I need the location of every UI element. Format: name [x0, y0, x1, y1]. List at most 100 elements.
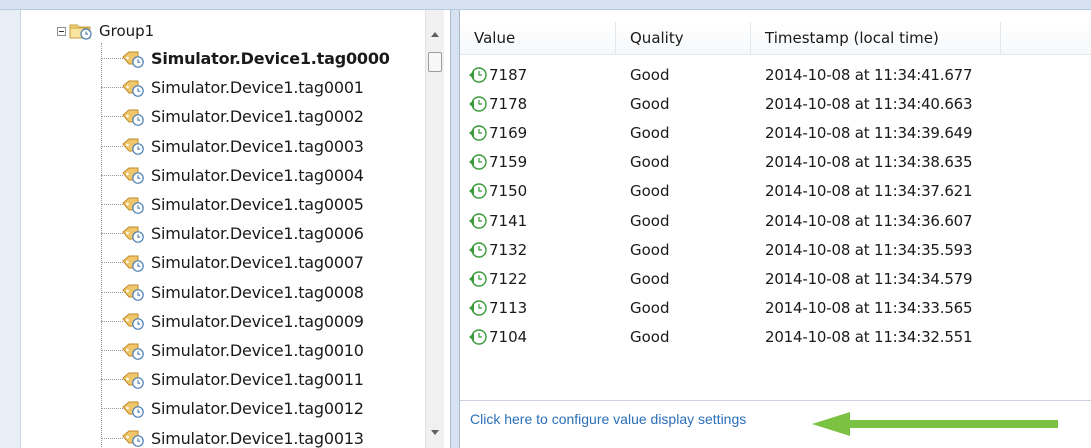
tag-tree-pane: Group1 Simulator.Device1.tag0000 Simulato… — [0, 10, 450, 448]
tag-tree: Group1 Simulator.Device1.tag0000 Simulato… — [20, 10, 426, 448]
value-text: 7187 — [489, 65, 528, 84]
timestamp-cell: 2014-10-08 at 11:34:35.593 — [765, 240, 973, 259]
value-text: 7150 — [489, 182, 528, 201]
tree-connector — [101, 291, 123, 293]
value-cell: 7150 — [460, 182, 616, 200]
tree-tag-node[interactable]: Simulator.Device1.tag0009 — [101, 307, 364, 336]
column-header-filler — [1001, 22, 1091, 54]
table-row[interactable]: 7141 Good 2014-10-08 at 11:34:36.607 — [460, 206, 1091, 235]
value-text: 7141 — [489, 211, 528, 230]
green-arrow-clock-icon — [469, 154, 487, 170]
column-header-quality[interactable]: Quality — [616, 22, 751, 54]
quality-cell: Good — [630, 153, 670, 172]
tag-label: Simulator.Device1.tag0001 — [151, 78, 364, 98]
timestamp-cell: 2014-10-08 at 11:34:40.663 — [765, 94, 973, 113]
value-cell: 7122 — [460, 270, 616, 288]
tree-tag-node[interactable]: Simulator.Device1.tag0013 — [101, 424, 364, 448]
timestamp-cell: 2014-10-08 at 11:34:38.635 — [765, 153, 973, 172]
tree-tag-node[interactable]: Simulator.Device1.tag0012 — [101, 394, 364, 423]
table-row[interactable]: 7104 Good 2014-10-08 at 11:34:32.551 — [460, 323, 1091, 352]
tree-tag-node[interactable]: Simulator.Device1.tag0007 — [101, 248, 364, 277]
tag-label: Simulator.Device1.tag0002 — [151, 107, 364, 127]
tree-scrollbar[interactable] — [425, 10, 444, 448]
scroll-down-icon[interactable] — [431, 430, 439, 435]
tag-label: Simulator.Device1.tag0012 — [151, 399, 364, 419]
timestamp-cell: 2014-10-08 at 11:34:33.565 — [765, 299, 973, 318]
column-header-timestamp[interactable]: Timestamp (local time) — [751, 22, 1001, 54]
table-header: Value Quality Timestamp (local time) — [460, 22, 1091, 55]
tree-tag-node[interactable]: Simulator.Device1.tag0008 — [101, 278, 364, 307]
collapse-icon[interactable] — [57, 26, 66, 36]
scroll-up-icon[interactable] — [431, 32, 439, 37]
tag-label: Simulator.Device1.tag0013 — [151, 428, 364, 448]
quality-cell: Good — [630, 299, 670, 318]
tree-tag-node[interactable]: Simulator.Device1.tag0000 — [101, 44, 390, 73]
quality-cell: Good — [630, 123, 670, 142]
tag-clock-icon — [122, 372, 144, 389]
value-cell: 7113 — [460, 299, 616, 317]
value-text: 7132 — [489, 240, 528, 259]
quality-cell: Good — [630, 94, 670, 113]
value-text: 7169 — [489, 123, 528, 142]
tag-clock-icon — [122, 138, 144, 155]
tag-clock-icon — [122, 313, 144, 331]
tree-tag-node[interactable]: Simulator.Device1.tag0001 — [101, 73, 364, 102]
value-text: 7159 — [489, 153, 528, 172]
tree-tag-node[interactable]: Simulator.Device1.tag0005 — [101, 190, 364, 219]
folder-clock-icon — [69, 24, 92, 40]
tag-clock-icon — [122, 197, 144, 214]
tag-clock-icon — [122, 109, 144, 126]
value-cell: 7159 — [460, 153, 616, 171]
tag-clock-icon — [122, 284, 144, 301]
tree-connector — [101, 145, 123, 147]
configure-display-settings-link[interactable]: Click here to configure value display se… — [470, 411, 746, 427]
top-border-strip — [0, 0, 1091, 10]
table-row[interactable]: 7159 Good 2014-10-08 at 11:34:38.635 — [460, 148, 1091, 177]
pane-splitter[interactable] — [450, 10, 460, 448]
value-pane-footer: Click here to configure value display se… — [460, 400, 1091, 448]
tag-label: Simulator.Device1.tag0007 — [151, 253, 364, 273]
tree-group-node[interactable]: Group1 — [57, 18, 154, 44]
quality-cell: Good — [630, 65, 670, 84]
tag-clock-icon — [122, 430, 144, 447]
value-text: 7122 — [489, 269, 528, 288]
value-cell: 7178 — [460, 95, 616, 113]
table-row[interactable]: 7178 Good 2014-10-08 at 11:34:40.663 — [460, 89, 1091, 118]
timestamp-cell: 2014-10-08 at 11:34:34.579 — [765, 269, 973, 288]
table-row[interactable]: 7132 Good 2014-10-08 at 11:34:35.593 — [460, 235, 1091, 264]
tree-tag-node[interactable]: Simulator.Device1.tag0004 — [101, 161, 364, 190]
value-text: 7104 — [489, 328, 528, 347]
tag-clock-icon — [122, 401, 144, 418]
tree-tag-node[interactable]: Simulator.Device1.tag0003 — [101, 132, 364, 161]
tree-tag-node[interactable]: Simulator.Device1.tag0006 — [101, 219, 364, 248]
tree-connector — [101, 437, 123, 439]
table-row[interactable]: 7122 Good 2014-10-08 at 11:34:34.579 — [460, 264, 1091, 293]
tree-tag-node[interactable]: Simulator.Device1.tag0010 — [101, 336, 364, 365]
tag-clock-icon — [122, 226, 144, 243]
green-arrow-clock-icon — [469, 241, 487, 258]
tree-connector — [101, 174, 123, 176]
timestamp-cell: 2014-10-08 at 11:34:37.621 — [765, 182, 973, 201]
table-row[interactable]: 7150 Good 2014-10-08 at 11:34:37.621 — [460, 177, 1091, 206]
column-header-value[interactable]: Value — [460, 22, 616, 54]
green-arrow-clock-icon — [469, 66, 487, 83]
quality-cell: Good — [630, 211, 670, 230]
tag-clock-icon — [122, 343, 144, 360]
tag-label: Simulator.Device1.tag0006 — [151, 224, 364, 244]
quality-cell: Good — [630, 182, 670, 201]
green-arrow-clock-icon — [469, 183, 487, 199]
table-row[interactable]: 7169 Good 2014-10-08 at 11:34:39.649 — [460, 118, 1091, 147]
green-arrow-clock-icon — [469, 212, 487, 229]
tag-clock-icon — [122, 51, 144, 68]
tree-tag-node[interactable]: Simulator.Device1.tag0002 — [101, 102, 364, 131]
tree-connector — [101, 87, 123, 89]
tag-label: Simulator.Device1.tag0004 — [151, 165, 364, 185]
table-row[interactable]: 7113 Good 2014-10-08 at 11:34:33.565 — [460, 294, 1091, 323]
value-history-pane: Value Quality Timestamp (local time) 718… — [460, 10, 1091, 448]
tag-clock-icon — [122, 255, 144, 272]
value-cell: 7141 — [460, 212, 616, 230]
tree-tag-node[interactable]: Simulator.Device1.tag0011 — [101, 365, 364, 394]
table-row[interactable]: 7187 Good 2014-10-08 at 11:34:41.677 — [460, 60, 1091, 89]
tag-label: Simulator.Device1.tag0009 — [151, 311, 364, 331]
scroll-thumb[interactable] — [428, 52, 442, 72]
